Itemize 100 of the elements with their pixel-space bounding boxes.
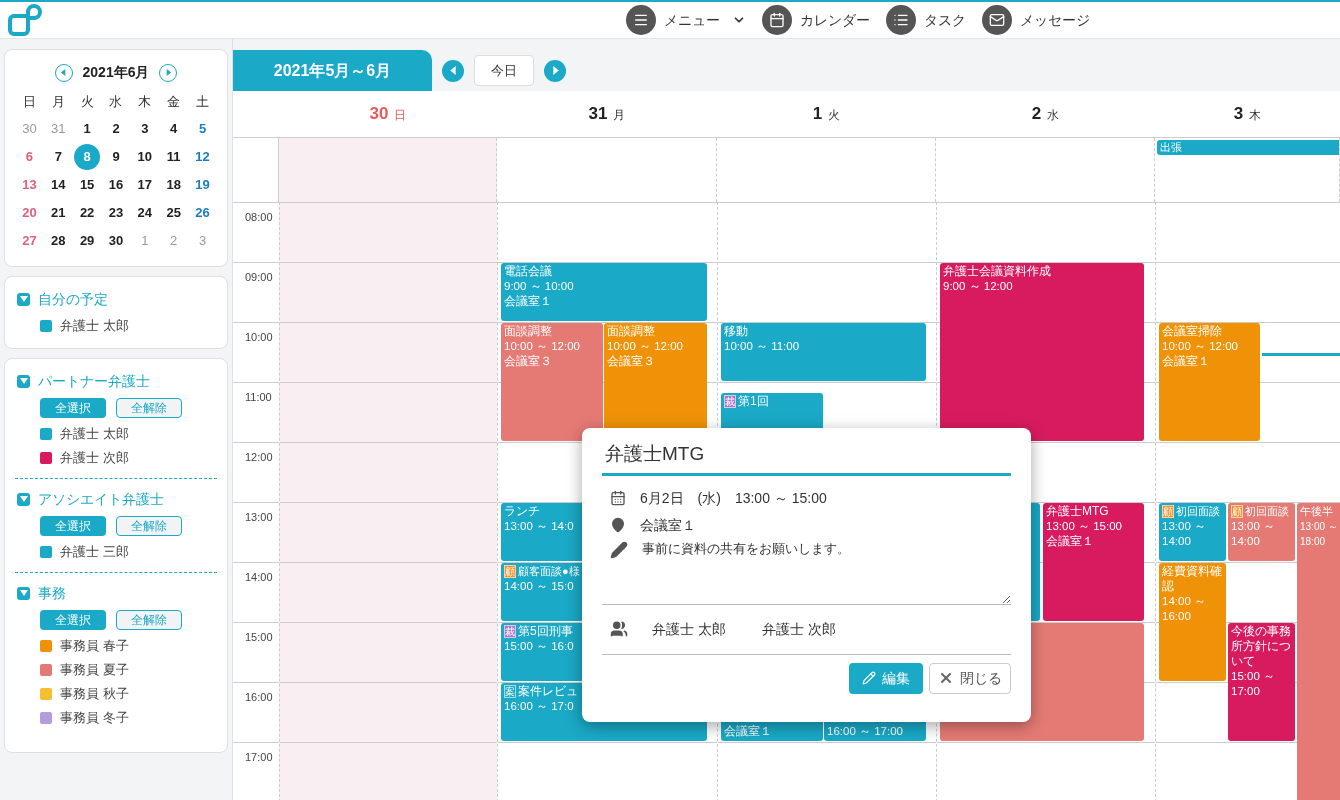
calendar-event[interactable]: 顧 初回面談 13:00 ～ 14:00 [1159, 503, 1226, 561]
calendar-day[interactable]: 23 [108, 203, 124, 223]
nav-item[interactable]: メッセージ [982, 5, 1090, 35]
member-color-swatch[interactable] [40, 320, 52, 332]
calendar-event[interactable]: 弁護士会議資料作成 9:00 ～ 12:00 [940, 263, 1144, 441]
event-detail: 13:00 ～ [1300, 520, 1339, 534]
calendar-day[interactable]: 16 [108, 175, 124, 195]
calendar-day[interactable]: 11 [166, 147, 181, 167]
member-color-swatch[interactable] [40, 546, 52, 558]
calendar-day[interactable]: 3 [141, 119, 149, 139]
calendar-day[interactable]: 17 [137, 175, 153, 195]
calendar-day[interactable]: 10 [137, 147, 153, 167]
calendar-event[interactable]: 面談調整 10:00 ～ 12:00 会議室３ [501, 323, 603, 441]
member-color-swatch[interactable] [40, 640, 52, 652]
member-color-swatch[interactable] [40, 664, 52, 676]
calendar-day[interactable]: 19 [195, 175, 210, 195]
member-name: 弁護士 三郎 [60, 543, 129, 562]
calendar-day[interactable]: 29 [79, 231, 95, 251]
calendar-day[interactable]: 24 [137, 203, 153, 223]
member-name: 事務員 秋子 [60, 685, 129, 704]
calendar-day[interactable]: 8 [74, 144, 101, 170]
calendar-event[interactable]: 弁護士MTG 13:00 ～ 15:00 会議室１ [1043, 503, 1144, 621]
group-title: パートナー弁護士 [38, 372, 150, 391]
event-detail: 10:00 ～ 12:00 [607, 339, 684, 354]
attendee-name: 弁護士 次郎 [761, 619, 837, 639]
deselect-all-button[interactable]: 全解除 [116, 610, 182, 630]
today-button[interactable]: 今日 [474, 55, 534, 86]
category-badge: 顧 [1231, 505, 1243, 518]
calendar-icon [610, 490, 626, 506]
event-title: 初回面談 [1176, 504, 1220, 519]
member-color-swatch[interactable] [40, 452, 52, 464]
calendar-day[interactable]: 26 [195, 203, 210, 223]
category-badge: 顧 [504, 565, 516, 578]
calendar-day[interactable]: 30 [108, 231, 124, 251]
weekday-label: 土 [195, 93, 211, 111]
nav-item[interactable]: タスク [886, 5, 966, 35]
calendar-day[interactable]: 25 [166, 203, 181, 223]
member-color-swatch[interactable] [40, 428, 52, 440]
calendar-event[interactable]: 移動 10:00 ～ 11:00 [721, 323, 926, 381]
day-number: 2 [1031, 103, 1042, 126]
calendar-day[interactable]: 31 [51, 119, 66, 139]
member-color-swatch[interactable] [40, 688, 52, 700]
close-button[interactable]: 閉じる [929, 662, 1011, 694]
event-title: 弁護士MTG [1046, 504, 1110, 519]
calendar-day[interactable]: 9 [112, 147, 120, 167]
calendar-event[interactable]: 会議室掃除 10:00 ～ 12:00 会議室１ [1159, 323, 1260, 441]
calendar-day[interactable]: 6 [25, 147, 34, 167]
weekday-label: 月 [50, 93, 66, 111]
day-of-week: 火 [828, 107, 841, 125]
edit-button[interactable]: 編集 [849, 662, 923, 694]
calendar-event[interactable]: 午後半 13:00 ～ 18:00 [1297, 503, 1340, 800]
previous-button[interactable] [442, 59, 464, 82]
event-title: 電話会議 [504, 264, 553, 279]
calendar-day[interactable]: 21 [51, 203, 66, 223]
deselect-all-button[interactable]: 全解除 [116, 516, 182, 536]
day-number: 1 [812, 103, 823, 126]
calendar-day[interactable]: 13 [22, 175, 37, 195]
calendar-day[interactable]: 27 [22, 231, 37, 251]
time-label: 10:00 [245, 331, 273, 343]
calendar-day[interactable]: 1 [83, 119, 91, 139]
deselect-all-button[interactable]: 全解除 [116, 398, 182, 418]
calendar-day[interactable]: 20 [22, 203, 37, 223]
calendar-event[interactable]: 今後の事務所方針について 15:00 ～ 17:00 [1228, 623, 1295, 741]
calendar-day[interactable]: 12 [195, 147, 210, 167]
event-detail: 16:00 [1162, 609, 1192, 624]
event-detail: 13:00 ～ 15:00 [1046, 519, 1123, 534]
select-all-button[interactable]: 全選択 [40, 610, 106, 630]
calendar-day[interactable]: 15 [79, 175, 95, 195]
nav-item[interactable]: メニュー [626, 5, 746, 35]
toggle-icon[interactable] [17, 587, 30, 600]
event-detail: 18:00 [1300, 535, 1327, 549]
member-name: 事務員 春子 [60, 637, 129, 656]
day-number: 30 [369, 103, 389, 126]
toggle-icon[interactable] [17, 293, 30, 306]
select-all-button[interactable]: 全選択 [40, 398, 106, 418]
nav-item[interactable]: カレンダー [762, 5, 870, 35]
calendar-day[interactable]: 7 [54, 147, 62, 167]
calendar-event[interactable]: 経費資料確認 14:00 ～ 16:00 [1159, 563, 1226, 681]
all-day-event[interactable]: 出張 [1157, 140, 1339, 155]
calendar-event[interactable]: 顧 初回面談 13:00 ～ 14:00 [1228, 503, 1295, 561]
select-all-button[interactable]: 全選択 [40, 516, 106, 536]
calendar-day[interactable]: 4 [170, 119, 178, 139]
event-detail: 会議室１ [504, 294, 553, 309]
next-button[interactable] [544, 59, 566, 82]
calendar-day[interactable]: 28 [51, 231, 66, 251]
calendar-day[interactable]: 14 [51, 175, 66, 195]
toggle-icon[interactable] [17, 493, 30, 506]
calendar-day[interactable]: 1 [141, 231, 149, 251]
member-name: 弁護士 太郎 [60, 425, 129, 444]
calendar-day[interactable]: 18 [166, 175, 181, 195]
note-field[interactable]: 事前に資料の共有をお願いします。 [642, 539, 1011, 604]
calendar-day[interactable]: 2 [112, 119, 120, 139]
calendar-day[interactable]: 22 [79, 203, 95, 223]
calendar-event[interactable]: 電話会議 9:00 ～ 10:00 会議室１ [501, 263, 707, 321]
calendar-day[interactable]: 3 [198, 231, 207, 251]
calendar-day[interactable]: 2 [170, 231, 178, 251]
toggle-icon[interactable] [17, 375, 30, 388]
calendar-day[interactable]: 30 [22, 119, 37, 139]
member-color-swatch[interactable] [40, 712, 52, 724]
calendar-day[interactable]: 5 [198, 119, 207, 139]
